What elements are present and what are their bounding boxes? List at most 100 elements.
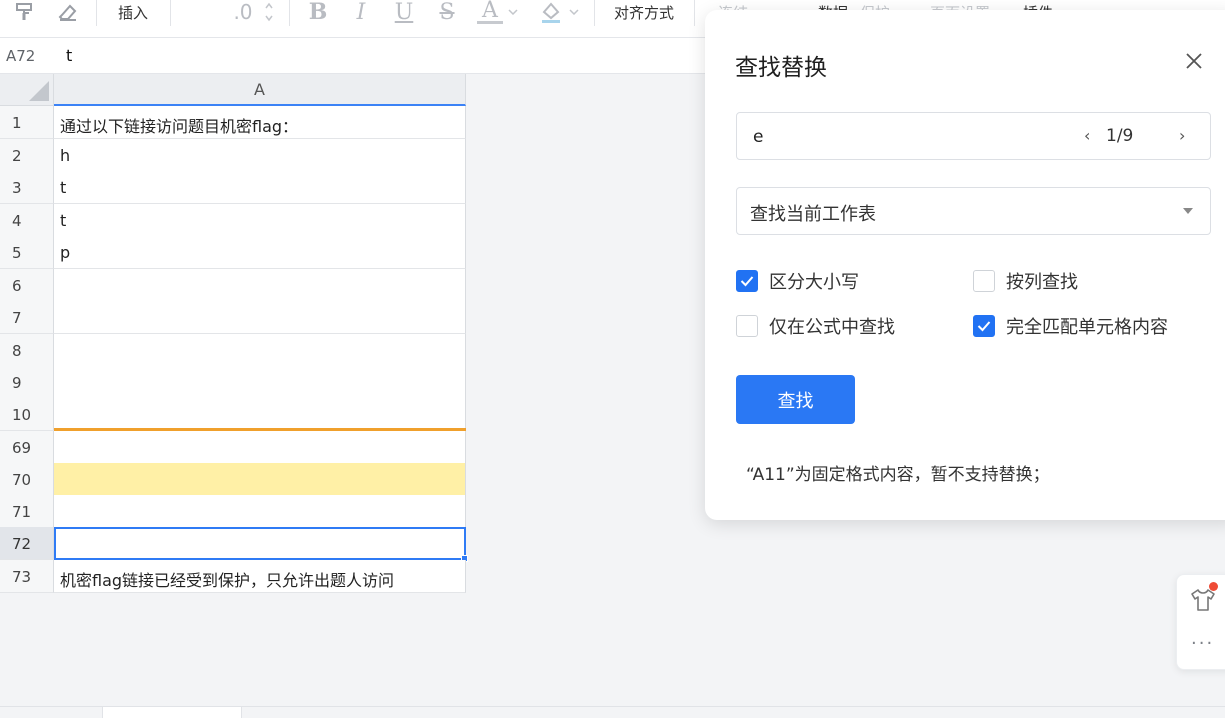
chevron-down-icon[interactable] xyxy=(568,0,580,24)
chevron-down-icon[interactable] xyxy=(507,0,519,24)
cell[interactable]: t xyxy=(54,204,466,237)
underline-button[interactable]: U xyxy=(390,0,418,25)
row-number[interactable]: 6 xyxy=(0,269,54,302)
cell[interactable] xyxy=(54,366,466,399)
table-row: 71 xyxy=(0,495,466,528)
table-row: 3 t xyxy=(0,171,466,204)
find-replace-dialog: 查找替换 e ‹ 1/9 › 查找当前工作表 区分大小写 按列查找 仅在公式中查… xyxy=(705,10,1225,520)
row-number[interactable]: 5 xyxy=(0,236,54,269)
option-by-column[interactable]: 按列查找 xyxy=(973,269,1078,293)
table-row: 70 xyxy=(0,463,466,496)
close-icon[interactable] xyxy=(1183,50,1205,72)
row-number[interactable]: 72 xyxy=(0,527,54,560)
notification-dot xyxy=(1209,582,1218,591)
selected-cell[interactable] xyxy=(54,527,466,560)
table-row: 6 xyxy=(0,269,466,302)
option-case-sensitive[interactable]: 区分大小写 xyxy=(736,269,859,293)
search-value[interactable]: e xyxy=(753,127,763,147)
match-count: 1/9 xyxy=(1106,126,1134,146)
row-number[interactable]: 73 xyxy=(0,560,54,593)
table-row: 73 机密flag链接已经受到保护，只允许出题人访问 xyxy=(0,560,466,593)
row-number[interactable]: 4 xyxy=(0,204,54,237)
dialog-title: 查找替换 xyxy=(735,55,827,81)
row-number[interactable]: 3 xyxy=(0,171,54,204)
row-number[interactable]: 8 xyxy=(0,334,54,367)
table-row: 9 xyxy=(0,366,466,399)
cell[interactable]: t xyxy=(54,171,466,204)
cell[interactable] xyxy=(54,301,466,334)
italic-button[interactable]: I xyxy=(347,0,375,25)
format-painter-icon[interactable] xyxy=(10,0,40,24)
fill-color-icon[interactable] xyxy=(537,0,565,24)
checkbox-checked[interactable] xyxy=(973,315,995,337)
column-header-a[interactable]: A xyxy=(54,74,466,106)
insert-button[interactable]: 插入 xyxy=(110,0,156,24)
toolbar-divider xyxy=(289,0,290,26)
cell[interactable] xyxy=(54,334,466,367)
search-input[interactable]: e ‹ 1/9 › xyxy=(736,112,1211,160)
option-label: 仅在公式中查找 xyxy=(769,317,895,338)
select-all-icon xyxy=(29,81,49,101)
search-scope-select[interactable]: 查找当前工作表 xyxy=(736,187,1211,235)
option-whole-cell[interactable]: 完全匹配单元格内容 xyxy=(973,314,1168,338)
toolbar-divider xyxy=(96,0,97,26)
toolbar-divider xyxy=(170,0,171,26)
find-button[interactable]: 查找 xyxy=(736,375,855,424)
chevron-down-icon xyxy=(1183,208,1193,214)
scope-value: 查找当前工作表 xyxy=(750,204,876,225)
cell[interactable] xyxy=(54,269,466,302)
spreadsheet-grid: A 1 通过以下链接访问题目机密flag： 2 h 3 t 4 t 5 p 6 … xyxy=(0,74,468,594)
table-row: 1 通过以下链接访问题目机密flag： xyxy=(0,106,466,139)
bold-button[interactable]: B xyxy=(304,0,332,25)
row-number[interactable]: 70 xyxy=(0,463,54,496)
sheet-tab[interactable] xyxy=(102,707,242,718)
table-row: 72 xyxy=(0,527,466,560)
row-number[interactable]: 69 xyxy=(0,431,54,464)
checkbox-unchecked[interactable] xyxy=(973,270,995,292)
side-float-panel: ··· xyxy=(1176,574,1225,670)
cell[interactable] xyxy=(54,463,466,496)
table-row: 2 h xyxy=(0,139,466,172)
table-row: 4 t xyxy=(0,204,466,237)
toolbar-divider xyxy=(594,0,595,26)
checkbox-checked[interactable] xyxy=(736,270,758,292)
toolbar-divider xyxy=(694,0,695,26)
option-formula-only[interactable]: 仅在公式中查找 xyxy=(736,314,895,338)
font-color-button[interactable]: A xyxy=(477,0,503,24)
row-number[interactable]: 71 xyxy=(0,495,54,528)
align-button[interactable]: 对齐方式 xyxy=(606,0,682,24)
strikethrough-button[interactable]: S xyxy=(433,0,461,25)
cell[interactable]: p xyxy=(54,236,466,269)
eraser-icon[interactable] xyxy=(52,0,82,24)
checkbox-unchecked[interactable] xyxy=(736,315,758,337)
row-number[interactable]: 1 xyxy=(0,106,54,139)
next-match-icon[interactable]: › xyxy=(1179,126,1185,145)
option-label: 区分大小写 xyxy=(769,272,859,293)
shirt-icon[interactable] xyxy=(1189,587,1217,617)
cell[interactable] xyxy=(54,398,466,431)
previous-match-icon[interactable]: ‹ xyxy=(1084,126,1090,145)
more-icon[interactable]: ··· xyxy=(1191,633,1214,654)
cell[interactable]: 机密flag链接已经受到保护，只允许出题人访问 xyxy=(54,560,466,593)
sheet-tab-bar xyxy=(0,706,1225,718)
cell-reference[interactable]: A72 xyxy=(6,47,35,65)
cell[interactable]: h xyxy=(54,139,466,172)
option-label: 按列查找 xyxy=(1006,272,1078,293)
select-all-corner[interactable] xyxy=(0,74,54,106)
replace-note: “A11”为固定格式内容，暂不支持替换； xyxy=(746,465,1050,485)
decimal-stepper-icon[interactable] xyxy=(262,0,276,24)
cell[interactable] xyxy=(54,431,466,464)
table-row: 69 xyxy=(0,431,466,464)
table-row: 7 xyxy=(0,301,466,334)
row-number[interactable]: 9 xyxy=(0,366,54,399)
decimal-button[interactable]: .0 xyxy=(228,0,258,24)
row-number[interactable]: 10 xyxy=(0,398,54,431)
cell[interactable] xyxy=(54,495,466,528)
formula-input[interactable]: t xyxy=(66,46,72,65)
row-number[interactable]: 7 xyxy=(0,301,54,334)
table-row: 10 xyxy=(0,398,466,431)
table-row: 8 xyxy=(0,334,466,367)
cell[interactable]: 通过以下链接访问题目机密flag： xyxy=(54,106,466,139)
row-number[interactable]: 2 xyxy=(0,139,54,172)
option-label: 完全匹配单元格内容 xyxy=(1006,317,1168,338)
